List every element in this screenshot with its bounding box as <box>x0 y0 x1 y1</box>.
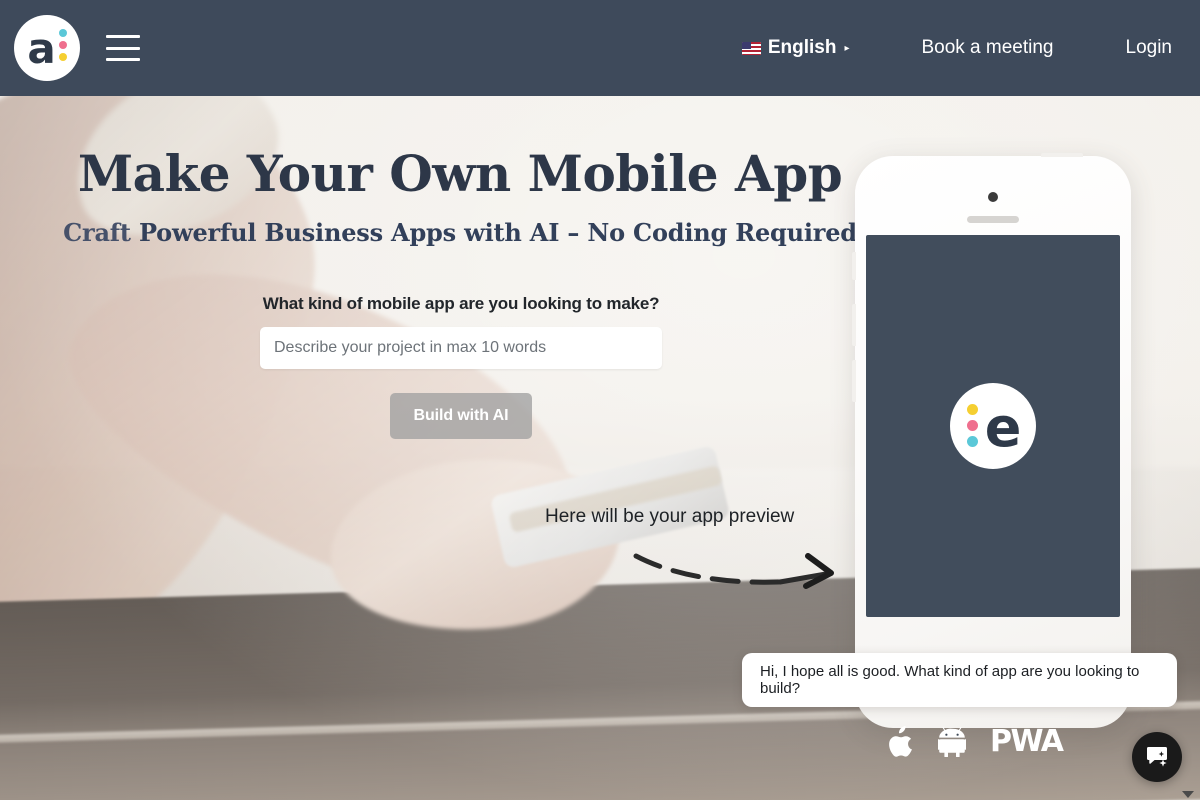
apple-icon <box>889 726 912 757</box>
language-selector[interactable]: English ▸ <box>741 37 850 59</box>
app-logo-dot-yellow <box>967 404 978 415</box>
project-description-input[interactable] <box>260 327 662 369</box>
supported-platforms: PWA <box>888 724 1064 759</box>
scroll-down-arrow-icon[interactable] <box>1182 791 1194 798</box>
brand-logo-dots <box>59 29 67 61</box>
us-flag-icon <box>741 41 761 55</box>
phone-screen: e <box>866 235 1120 617</box>
app-logo: e <box>950 383 1036 469</box>
us-flag-canton <box>741 41 751 49</box>
phone-camera-icon <box>988 192 998 202</box>
brand-logo-dot-pink <box>59 41 67 49</box>
app-logo-dot-cyan <box>967 436 978 447</box>
chevron-right-icon: ▸ <box>844 42 850 54</box>
chat-widget-button[interactable] <box>1132 732 1182 782</box>
brand-logo[interactable]: a <box>14 15 80 81</box>
hamburger-bar-2 <box>106 46 140 50</box>
page-subtitle-rest: Powerful Business Apps with AI – No Codi… <box>130 218 857 247</box>
app-preview-hint: Here will be your app preview <box>545 506 795 527</box>
brand-logo-letter: a <box>27 24 56 73</box>
phone-volume-down-button <box>852 360 856 402</box>
app-logo-dots <box>967 404 978 447</box>
brand-logo-dot-cyan <box>59 29 67 37</box>
landing-page: a English ▸ Book a meeting Login Make Yo… <box>0 0 1200 800</box>
nav-book-a-meeting[interactable]: Book a meeting <box>921 31 1053 65</box>
phone-speaker-grille <box>967 216 1019 223</box>
app-logo-dot-pink <box>967 420 978 431</box>
phone-power-button <box>1041 153 1083 157</box>
prompt-question-label: What kind of mobile app are you looking … <box>262 294 660 313</box>
prompt-form: What kind of mobile app are you looking … <box>260 294 662 439</box>
header-nav: English ▸ Book a meeting Login <box>741 31 1173 65</box>
chat-sparkle-icon <box>1147 747 1167 767</box>
android-icon <box>938 727 966 757</box>
nav-login[interactable]: Login <box>1126 31 1173 65</box>
build-with-ai-button[interactable]: Build with AI <box>390 393 532 439</box>
page-subtitle: Craft Powerful Business Apps with AI – N… <box>0 218 920 247</box>
chat-message-text: Hi, I hope all is good. What kind of app… <box>760 663 1140 697</box>
hamburger-bar-1 <box>106 35 140 38</box>
phone-mockup: e <box>852 153 1131 728</box>
page-title: Make Your Own Mobile App <box>77 144 843 203</box>
language-label: English <box>767 37 837 58</box>
site-header: a English ▸ Book a meeting Login <box>0 0 1200 96</box>
page-subtitle-lead: Craft <box>63 218 131 247</box>
hamburger-menu-icon[interactable] <box>106 35 140 61</box>
curved-arrow-icon <box>633 553 834 589</box>
brand-logo-dot-yellow <box>59 53 67 61</box>
pwa-icon: PWA <box>990 724 1064 759</box>
chat-message-bubble: Hi, I hope all is good. What kind of app… <box>742 653 1177 707</box>
app-logo-letter: e <box>984 396 1022 459</box>
hamburger-bar-3 <box>106 58 140 61</box>
phone-volume-up-button <box>852 304 856 346</box>
phone-silent-switch <box>852 252 856 280</box>
